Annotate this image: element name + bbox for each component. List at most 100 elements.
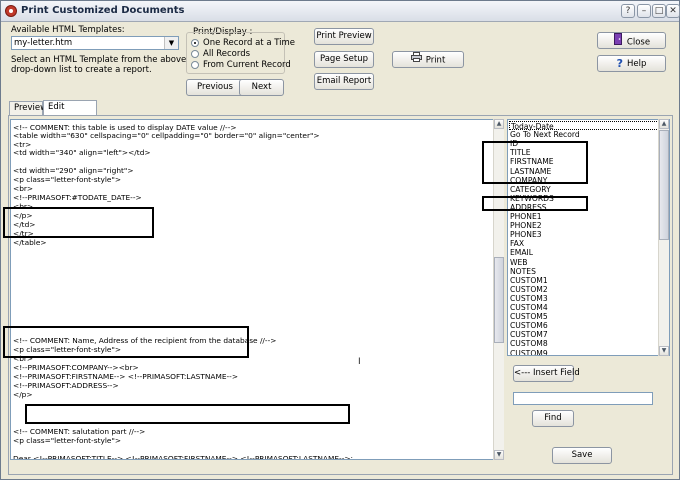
radio-from-current-record[interactable]: From Current Record	[191, 60, 291, 70]
editor-line: <td width="340" align="left"></td>	[13, 148, 151, 157]
field-list-item[interactable]: CUSTOM1	[509, 276, 659, 285]
field-list-item[interactable]: EMAIL	[509, 248, 659, 257]
editor-line: </p>	[13, 390, 33, 399]
close-button[interactable]: Close	[597, 32, 666, 49]
editor-line: <br>	[13, 354, 34, 363]
editor-line: <br>	[13, 184, 34, 193]
print-button[interactable]: Print	[392, 51, 464, 68]
radio-all-records[interactable]: All Records	[191, 49, 286, 59]
editor-line: <!--PRIMASOFT:#TODATE_DATE-->	[13, 193, 142, 202]
radio-one-record[interactable]: One Record at a Time	[191, 38, 295, 48]
field-list-item[interactable]: COMPANY	[509, 176, 659, 185]
template-select[interactable]: my-letter.htm ▼	[11, 36, 179, 50]
editor-line: Dear <!--PRIMASOFT:TITLE--> <!--PRIMASOF…	[13, 454, 354, 460]
field-list-item[interactable]: FIRSTNAME	[509, 157, 659, 166]
field-list-item[interactable]: KEYWORDS	[509, 194, 659, 203]
scroll-down-icon[interactable]: ▼	[494, 450, 504, 460]
field-list-item[interactable]: CUSTOM8	[509, 339, 659, 348]
field-list-item[interactable]: PHONE1	[509, 212, 659, 221]
field-list-item[interactable]: CUSTOM3	[509, 294, 659, 303]
field-list-item[interactable]: CATEGORY	[509, 185, 659, 194]
window-title: Print Customized Documents	[21, 5, 185, 16]
fields-scrollbar[interactable]: ▲ ▼	[658, 119, 669, 356]
editor-scroll-thumb[interactable]	[494, 257, 504, 343]
field-list-item[interactable]: ID	[509, 139, 659, 148]
editor-line: <br>	[13, 202, 34, 211]
find-input[interactable]	[513, 392, 653, 405]
field-list-item[interactable]: CUSTOM7	[509, 330, 659, 339]
field-list-item[interactable]: CUSTOM2	[509, 285, 659, 294]
field-list-item[interactable]: PHONE3	[509, 230, 659, 239]
radio-dot[interactable]	[191, 61, 199, 69]
field-list-item[interactable]: WEB	[509, 258, 659, 267]
editor-line: </table>	[13, 238, 47, 247]
next-button[interactable]: Next	[239, 79, 284, 96]
field-list-item[interactable]: PHONE2	[509, 221, 659, 230]
field-list-item[interactable]: CUSTOM5	[509, 312, 659, 321]
templates-hint-line1: Select an HTML Template from the above	[11, 55, 187, 65]
tab-preview[interactable]: Preview	[9, 101, 47, 115]
print-button-label: Print	[425, 55, 446, 66]
editor-line: <!-- COMMENT: Name, Address of the recip…	[13, 336, 277, 345]
field-list-item[interactable]: Go To Next Record	[509, 130, 659, 139]
editor-line: <!--PRIMASOFT:COMPANY--><br>	[13, 363, 139, 372]
fields-scroll-thumb[interactable]	[659, 130, 669, 240]
field-list-item[interactable]: CUSTOM9	[509, 349, 659, 356]
field-list-item[interactable]: ADDRESS	[509, 203, 659, 212]
editor-line: <!--PRIMASOFT:FIRSTNAME--> <!--PRIMASOFT…	[13, 372, 239, 381]
chevron-down-icon[interactable]: ▼	[164, 37, 178, 49]
door-exit-icon	[613, 33, 623, 51]
radio-label: From Current Record	[203, 60, 291, 70]
find-button[interactable]: Find	[532, 410, 574, 427]
editor-line: <table width="630" cellspacing="0" cellp…	[13, 131, 320, 140]
templates-hint-line2: drop-down list to create a report.	[11, 65, 152, 75]
field-list-item[interactable]: CUSTOM6	[509, 321, 659, 330]
scroll-up-icon[interactable]: ▲	[494, 119, 504, 129]
editor-line: <!--PRIMASOFT:ADDRESS-->	[13, 381, 119, 390]
field-list-item[interactable]: Today-Date	[509, 121, 659, 131]
fields-list[interactable]: Today-Date Go To Next Record ID TITLE FIRSTN…	[507, 119, 670, 356]
previous-button[interactable]: Previous	[186, 79, 244, 96]
close-window-button[interactable]: ✕	[666, 4, 680, 18]
printer-icon	[410, 52, 422, 68]
field-list-item[interactable]: CUSTOM4	[509, 303, 659, 312]
close-button-label: Close	[626, 37, 651, 48]
radio-label: All Records	[203, 49, 251, 59]
maximize-button[interactable]: □	[652, 4, 666, 18]
editor-line: <td width="290" align="right">	[13, 166, 134, 175]
app-icon	[5, 5, 17, 17]
field-list-item[interactable]: FAX	[509, 239, 659, 248]
editor-line: </p>	[13, 211, 33, 220]
scroll-down-icon[interactable]: ▼	[659, 346, 669, 356]
tab-edit-template[interactable]: Edit Template	[43, 100, 97, 125]
templates-label: Available HTML Templates:	[11, 25, 125, 35]
field-list-item[interactable]: NOTES	[509, 267, 659, 276]
print-customized-documents-window: Print Customized Documents ? – □ ✕ Avail…	[0, 0, 680, 480]
help-button[interactable]: ? Help	[597, 55, 666, 72]
title-bar[interactable]: Print Customized Documents ? – □ ✕	[1, 1, 680, 22]
help-button-label: Help	[627, 59, 647, 69]
scroll-up-icon[interactable]: ▲	[659, 119, 669, 129]
minimize-button[interactable]: –	[637, 4, 651, 18]
editor-line: <!-- COMMENT: salutation part //-->	[13, 427, 146, 436]
save-button[interactable]: Save	[552, 447, 612, 464]
editor-line: <p class="letter-font-style">	[13, 436, 122, 445]
editor-line: <p class="letter-font-style">	[13, 175, 122, 184]
template-select-value: my-letter.htm	[14, 38, 73, 48]
field-list-item[interactable]: LASTNAME	[509, 167, 659, 176]
template-editor[interactable]: <!-- COMMENT: this table is used to disp…	[10, 119, 504, 460]
insert-field-button[interactable]: <--- Insert Field	[513, 365, 580, 382]
radio-dot[interactable]	[191, 50, 199, 58]
text-cursor-icon: Ι	[358, 357, 361, 367]
email-report-button[interactable]: Email Report	[314, 73, 374, 90]
help-title-button[interactable]: ?	[621, 4, 635, 18]
radio-dot[interactable]	[191, 39, 199, 47]
editor-scrollbar[interactable]: ▲ ▼	[493, 119, 504, 460]
question-mark-icon: ?	[616, 57, 623, 70]
print-preview-button[interactable]: Print Preview	[314, 28, 374, 45]
radio-label: One Record at a Time	[203, 38, 296, 48]
field-list-item[interactable]: TITLE	[509, 148, 659, 157]
editor-line: </tr>	[13, 229, 34, 238]
page-setup-button[interactable]: Page Setup	[314, 51, 374, 68]
editor-line: </td>	[13, 220, 36, 229]
